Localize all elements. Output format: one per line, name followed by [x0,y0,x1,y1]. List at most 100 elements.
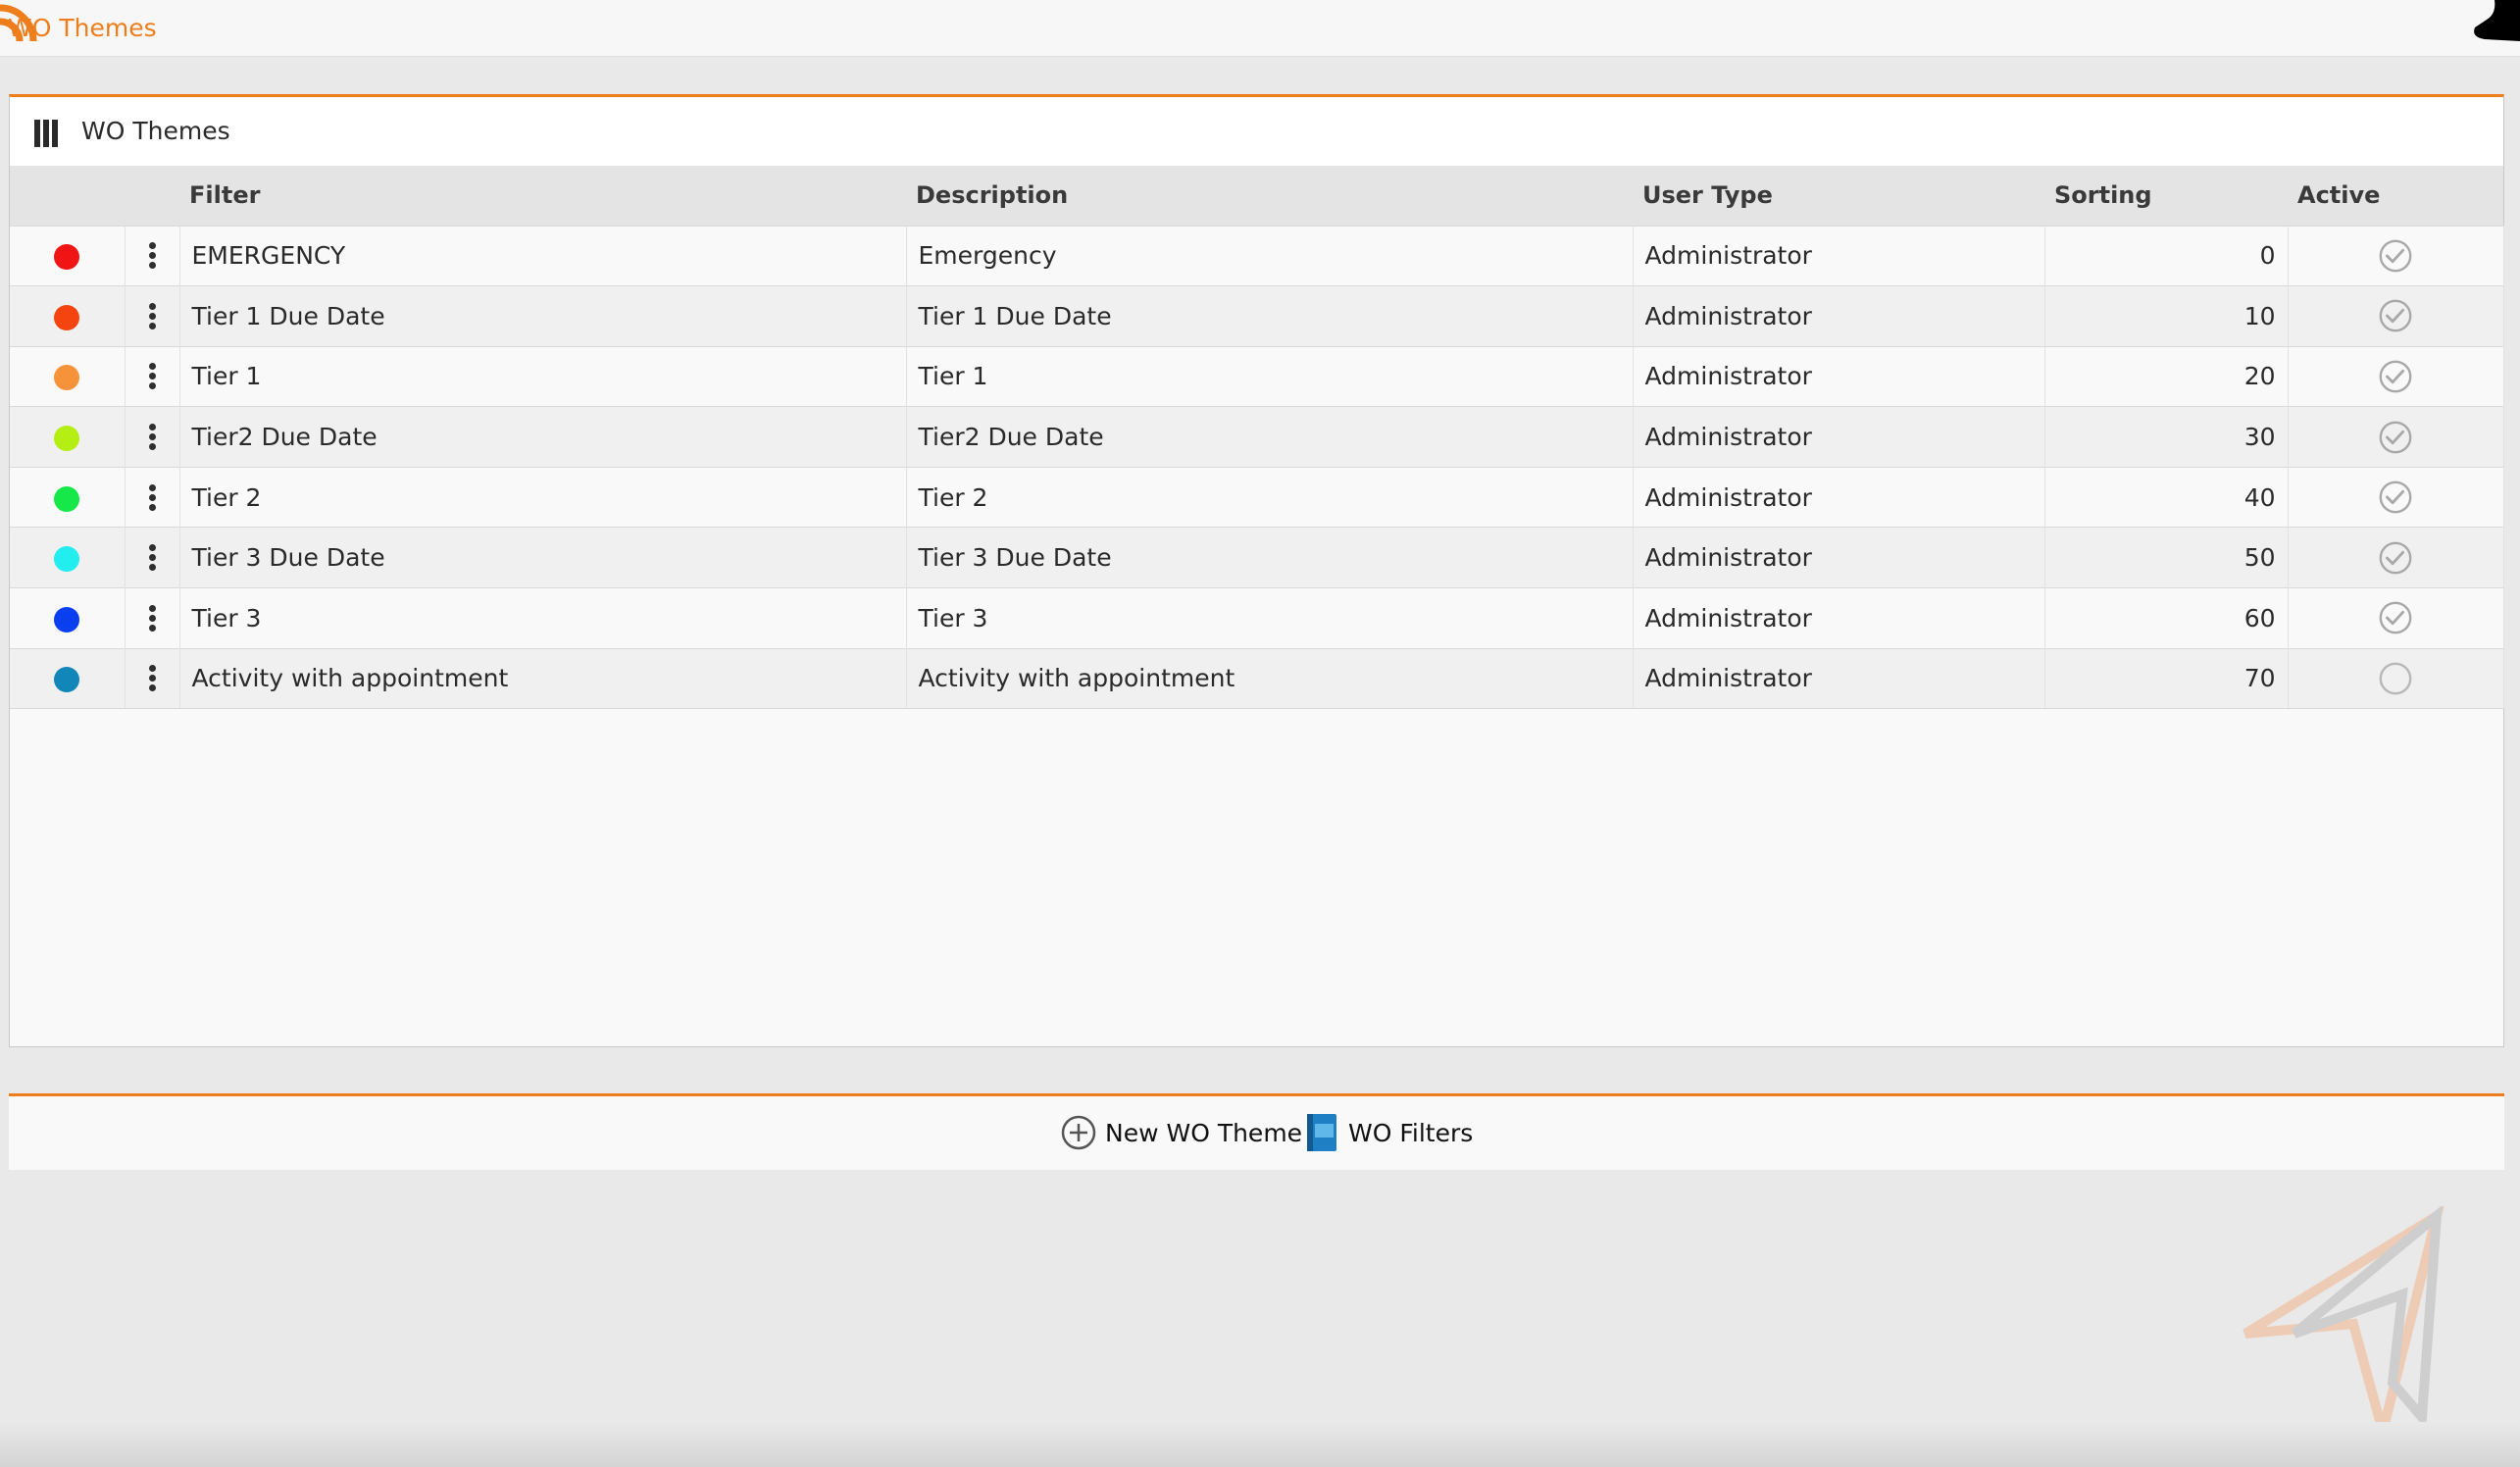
theme-color-dot [54,485,80,512]
sql-book-icon [1307,1114,1336,1151]
check-circle-icon[interactable] [2377,479,2414,516]
filter-cell: Tier 1 [179,345,907,407]
sorting-cell: 60 [2044,587,2289,649]
user-type-cell: Administrator [1633,285,2045,347]
kebab-menu-icon[interactable] [148,481,156,514]
table-row[interactable]: Tier 2 Tier 2 Administrator 40 [10,466,2504,528]
sorting-cell: 0 [2044,225,2289,286]
check-circle-icon[interactable] [2377,297,2414,334]
table-row[interactable]: Tier 1 Due Date Tier 1 Due Date Administ… [10,285,2504,347]
panel-title: WO Themes [81,117,230,145]
row-menu-cell[interactable] [125,406,180,468]
color-cell [10,225,126,286]
user-type-cell: Administrator [1633,225,2045,286]
theme-color-dot [54,606,80,632]
color-cell [10,527,126,588]
column-bars-icon[interactable] [33,119,59,148]
user-type-cell: Administrator [1633,527,2045,588]
color-cell [10,285,126,347]
wo-filters-button[interactable]: WO Filters [1303,1111,1473,1154]
sorting-cell: 40 [2044,466,2289,528]
brand-watermark-logo [2243,1206,2444,1432]
sorting-column-header[interactable]: Sorting [2044,166,2288,226]
sorting-cell: 10 [2044,285,2289,347]
active-cell[interactable] [2288,225,2504,286]
bottom-toolbar: New WO Theme WO Filters [9,1093,2504,1170]
color-cell [10,466,126,528]
kebab-menu-icon[interactable] [148,239,156,272]
color-cell [10,647,126,710]
theme-color-dot [54,365,80,391]
filter-cell: Tier 2 [179,466,907,528]
active-cell[interactable] [2288,466,2504,528]
row-menu-cell[interactable] [125,647,180,710]
description-cell: Tier2 Due Date [906,406,1634,468]
table-row[interactable]: Tier 3 Due Date Tier 3 Due Date Administ… [10,527,2504,588]
kebab-menu-icon[interactable] [148,360,156,392]
user-type-cell: Administrator [1633,406,2045,468]
page: WO Themes WO Themes Filter Description U… [0,0,2520,1467]
table-row[interactable]: Tier 3 Tier 3 Administrator 60 [10,587,2504,649]
app-title: WO Themes [8,14,157,42]
active-cell[interactable] [2288,587,2504,649]
kebab-menu-icon[interactable] [148,541,156,574]
check-circle-icon[interactable] [2377,237,2414,275]
row-menu-cell[interactable] [125,527,180,588]
row-menu-cell[interactable] [125,587,180,649]
wo-filters-label: WO Filters [1348,1118,1474,1147]
active-cell[interactable] [2288,527,2504,588]
user-type-column-header[interactable]: User Type [1633,166,2044,226]
description-cell: Tier 3 [906,587,1634,649]
bottom-shade [0,1422,2520,1467]
filter-cell: Tier2 Due Date [179,406,907,468]
active-cell[interactable] [2288,647,2504,710]
description-column-header[interactable]: Description [906,166,1633,226]
description-cell: Tier 2 [906,466,1634,528]
row-menu-cell[interactable] [125,225,180,286]
sorting-cell: 50 [2044,527,2289,588]
kebab-menu-icon[interactable] [148,662,156,694]
filter-cell: Activity with appointment [179,647,907,710]
description-cell: Activity with appointment [906,647,1634,710]
color-cell [10,345,126,407]
themes-table: Filter Description User Type Sorting Act… [10,166,2504,710]
table-row[interactable]: EMERGENCY Emergency Administrator 0 [10,225,2504,286]
active-column-header[interactable]: Active [2288,166,2503,226]
description-cell: Tier 1 Due Date [906,285,1634,347]
table-row[interactable]: Activity with appointment Activity with … [10,647,2504,710]
check-circle-icon[interactable] [2377,599,2414,636]
kebab-menu-icon[interactable] [148,602,156,634]
color-column-header [10,166,125,226]
sorting-cell: 70 [2044,647,2289,710]
empty-circle-icon[interactable] [2377,660,2414,697]
filter-cell: Tier 3 Due Date [179,527,907,588]
active-cell[interactable] [2288,345,2504,407]
kebab-menu-icon[interactable] [148,421,156,453]
plus-circle-icon [1061,1115,1096,1150]
description-cell: Tier 3 Due Date [906,527,1634,588]
theme-color-dot [54,304,80,330]
table-row[interactable]: Tier2 Due Date Tier2 Due Date Administra… [10,406,2504,468]
row-menu-cell[interactable] [125,466,180,528]
kebab-menu-icon[interactable] [148,300,156,332]
row-menu-cell[interactable] [125,345,180,407]
table-header-row: Filter Description User Type Sorting Act… [10,166,2503,226]
check-circle-icon[interactable] [2377,358,2414,395]
filter-column-header[interactable]: Filter [179,166,906,226]
filter-cell: EMERGENCY [179,225,907,286]
filter-cell: Tier 3 [179,587,907,649]
description-cell: Tier 1 [906,345,1634,407]
row-menu-cell[interactable] [125,285,180,347]
user-type-cell: Administrator [1633,466,2045,528]
active-cell[interactable] [2288,285,2504,347]
check-circle-icon[interactable] [2377,539,2414,577]
filter-cell: Tier 1 Due Date [179,285,907,347]
top-bar: WO Themes [0,0,2520,57]
new-wo-theme-button[interactable]: New WO Theme [1060,1111,1302,1154]
check-circle-icon[interactable] [2377,419,2414,456]
active-cell[interactable] [2288,406,2504,468]
user-type-cell: Administrator [1633,647,2045,710]
corner-logo-icon [2474,0,2520,41]
sorting-cell: 30 [2044,406,2289,468]
table-row[interactable]: Tier 1 Tier 1 Administrator 20 [10,345,2504,407]
